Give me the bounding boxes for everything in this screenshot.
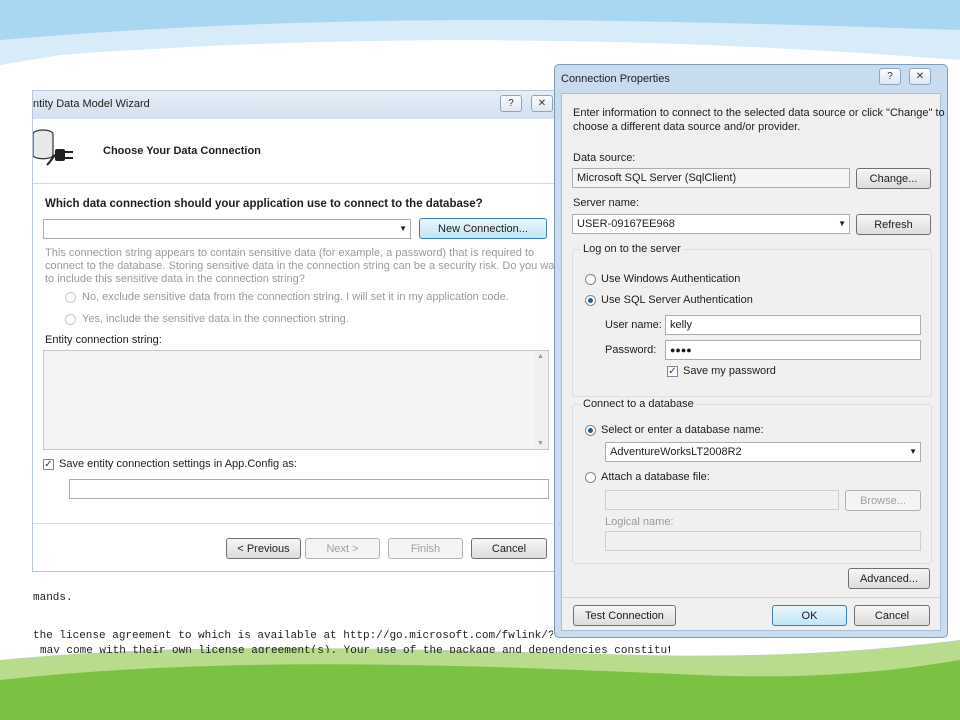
logon-group-title: Log on to the server bbox=[581, 243, 683, 255]
connection-properties-dialog: Connection Properties ? ✕ Enter informat… bbox=[554, 64, 948, 638]
entity-string-textbox[interactable]: ▲ ▼ bbox=[43, 350, 549, 450]
finish-button[interactable]: Finish bbox=[388, 538, 463, 559]
entity-string-label: Entity connection string: bbox=[45, 334, 162, 346]
data-source-label: Data source: bbox=[573, 152, 636, 164]
dialog-title: Connection Properties bbox=[561, 73, 670, 85]
entity-data-model-wizard: ntity Data Model Wizard ? ✕ Choose Your … bbox=[32, 90, 564, 572]
select-database-label: Select or enter a database name: bbox=[601, 424, 764, 436]
chevron-down-icon[interactable]: ▼ bbox=[909, 443, 917, 461]
next-button[interactable]: Next > bbox=[305, 538, 380, 559]
data-source-field: Microsoft SQL Server (SqlClient) bbox=[572, 168, 850, 188]
select-database-radio[interactable] bbox=[585, 425, 596, 436]
database-connection-icon bbox=[33, 129, 73, 166]
browse-button[interactable]: Browse... bbox=[845, 490, 921, 511]
attach-database-label: Attach a database file: bbox=[601, 471, 710, 483]
sql-auth-radio[interactable] bbox=[585, 295, 596, 306]
ok-button[interactable]: OK bbox=[772, 605, 847, 626]
include-sensitive-label: Yes, include the sensitive data in the c… bbox=[82, 313, 349, 325]
sensitive-data-note: This connection string appears to contai… bbox=[45, 247, 564, 286]
windows-auth-label: Use Windows Authentication bbox=[601, 273, 741, 285]
console-line: mands. bbox=[33, 592, 73, 604]
logical-name-label: Logical name: bbox=[605, 516, 674, 528]
connection-question: Which data connection should your applic… bbox=[45, 198, 483, 210]
save-password-label: Save my password bbox=[683, 365, 776, 377]
scroll-down-icon[interactable]: ▼ bbox=[537, 440, 544, 447]
save-settings-label: Save entity connection settings in App.C… bbox=[59, 458, 297, 470]
note-line: connect to the database. Storing sensiti… bbox=[45, 260, 564, 272]
help-button[interactable]: ? bbox=[879, 68, 901, 85]
note-line: to include this sensitive data in the co… bbox=[45, 273, 305, 285]
password-field[interactable]: ●●●● bbox=[665, 340, 921, 360]
logon-group: Log on to the server Use Windows Authent… bbox=[572, 243, 932, 397]
scroll-up-icon[interactable]: ▲ bbox=[537, 353, 544, 360]
close-button[interactable]: ✕ bbox=[909, 68, 931, 85]
wizard-header: Choose Your Data Connection bbox=[33, 119, 563, 184]
console-line: the license agreement to which is availa… bbox=[33, 630, 553, 642]
close-button[interactable]: ✕ bbox=[531, 95, 553, 112]
save-settings-checkbox[interactable]: ✓ bbox=[43, 459, 54, 470]
wizard-titlebar: ntity Data Model Wizard ? ✕ bbox=[33, 91, 563, 119]
database-name-combo[interactable]: AdventureWorksLT2008R2 ▼ bbox=[605, 442, 921, 462]
include-sensitive-radio[interactable] bbox=[65, 314, 76, 325]
database-name-value: AdventureWorksLT2008R2 bbox=[610, 446, 742, 458]
change-button[interactable]: Change... bbox=[856, 168, 931, 189]
note-line: This connection string appears to contai… bbox=[45, 247, 535, 259]
intro-text: Enter information to connect to the sele… bbox=[573, 106, 945, 134]
windows-auth-radio[interactable] bbox=[585, 274, 596, 285]
cancel-button[interactable]: Cancel bbox=[854, 605, 930, 626]
wizard-title: ntity Data Model Wizard bbox=[33, 98, 150, 110]
page-title: Choose Your Data Connection bbox=[103, 145, 261, 157]
divider bbox=[562, 597, 940, 598]
chevron-down-icon[interactable]: ▼ bbox=[838, 215, 846, 233]
config-name-field[interactable] bbox=[69, 479, 549, 499]
intro-line: choose a different data source and/or pr… bbox=[573, 121, 801, 133]
username-label: User name: bbox=[605, 319, 662, 331]
data-connection-dropdown[interactable]: ▼ bbox=[43, 219, 411, 239]
console-line: may come with their own license agreemen… bbox=[40, 645, 670, 653]
refresh-button[interactable]: Refresh bbox=[856, 214, 931, 235]
save-password-checkbox[interactable]: ✓ bbox=[667, 366, 678, 377]
database-group-title: Connect to a database bbox=[581, 398, 696, 410]
sql-auth-label: Use SQL Server Authentication bbox=[601, 294, 753, 306]
new-connection-button[interactable]: New Connection... bbox=[419, 218, 547, 239]
cancel-button[interactable]: Cancel bbox=[471, 538, 547, 559]
advanced-button[interactable]: Advanced... bbox=[848, 568, 930, 589]
test-connection-button[interactable]: Test Connection bbox=[573, 605, 676, 626]
server-name-combo[interactable]: USER-09167EE968 ▼ bbox=[572, 214, 850, 234]
username-field[interactable]: kelly bbox=[665, 315, 921, 335]
chevron-down-icon: ▼ bbox=[399, 224, 407, 233]
database-group: Connect to a database Select or enter a … bbox=[572, 398, 932, 564]
attach-file-field[interactable] bbox=[605, 490, 839, 510]
divider bbox=[33, 523, 563, 524]
server-name-label: Server name: bbox=[573, 197, 640, 209]
help-button[interactable]: ? bbox=[500, 95, 522, 112]
previous-button[interactable]: < Previous bbox=[226, 538, 301, 559]
exclude-sensitive-label: No, exclude sensitive data from the conn… bbox=[82, 291, 509, 303]
password-label: Password: bbox=[605, 344, 657, 356]
exclude-sensitive-radio[interactable] bbox=[65, 292, 76, 303]
dialog-body: Enter information to connect to the sele… bbox=[561, 93, 945, 631]
server-name-value: USER-09167EE968 bbox=[577, 218, 675, 230]
logical-name-field[interactable] bbox=[605, 531, 921, 551]
scrollbar[interactable]: ▲ ▼ bbox=[534, 351, 548, 449]
intro-line: Enter information to connect to the sele… bbox=[573, 107, 945, 119]
attach-database-radio[interactable] bbox=[585, 472, 596, 483]
